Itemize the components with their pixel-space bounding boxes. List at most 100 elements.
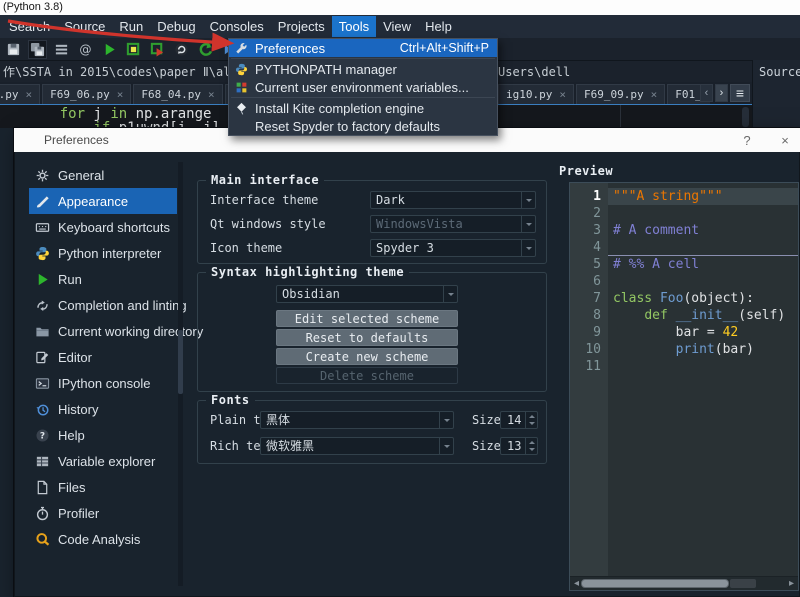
scheme-select-value: Obsidian <box>277 286 443 302</box>
sidebar-item-help[interactable]: ?Help <box>29 422 177 448</box>
spinner-buttons[interactable] <box>525 412 537 428</box>
spinner-buttons[interactable] <box>525 438 537 454</box>
tools-menu-item-install-kite-completion-engine[interactable]: Install Kite completion engine <box>229 99 497 117</box>
line-number: 3 <box>593 222 601 239</box>
menu-item-label: Current user environment variables... <box>255 80 489 95</box>
menubar-item-run[interactable]: Run <box>112 16 150 37</box>
sidebar-item-files[interactable]: Files <box>29 474 177 500</box>
outline-button[interactable] <box>52 40 71 59</box>
console-icon <box>35 375 51 391</box>
brush-icon <box>35 194 50 209</box>
editor-scrollbar[interactable] <box>742 107 749 127</box>
menubar-item-view[interactable]: View <box>376 16 418 37</box>
scroll-left-icon[interactable]: ◂ <box>572 578 581 589</box>
chevron-down-icon[interactable] <box>443 286 457 302</box>
close-icon[interactable]: × <box>559 89 566 100</box>
run-cell-advance-button[interactable] <box>148 40 167 59</box>
preview-hscrollbar[interactable]: ◂ ▸ <box>570 576 798 590</box>
continue-button[interactable] <box>196 40 215 59</box>
dialog-help-button[interactable]: ? <box>740 133 754 148</box>
at-symbol-button[interactable]: @ <box>76 40 95 59</box>
save-button[interactable] <box>4 40 23 59</box>
sidebar-item-label: History <box>58 402 98 417</box>
chevron-down-icon[interactable] <box>439 412 453 428</box>
working-directory-path-right[interactable]: Users\dell <box>498 61 570 83</box>
folder-icon <box>35 324 50 339</box>
sidebar-item-current-working-directory[interactable]: Current working directory <box>29 318 177 344</box>
scroll-right-icon[interactable]: ▸ <box>787 578 796 589</box>
save-all-button[interactable] <box>28 40 47 59</box>
chevron-down-icon[interactable] <box>521 192 535 208</box>
sidebar-item-keyboard-shortcuts[interactable]: Keyboard shortcuts <box>29 214 177 240</box>
run-button[interactable] <box>100 40 119 59</box>
sidebar-item-code-analysis[interactable]: Code Analysis <box>29 526 177 552</box>
chevron-down-icon[interactable] <box>439 438 453 454</box>
spin-down-icon[interactable] <box>526 420 537 428</box>
edit-selected-scheme-button[interactable]: Edit selected scheme <box>276 310 458 327</box>
sidebar-item-variable-explorer[interactable]: Variable explorer <box>29 448 177 474</box>
scheme-select[interactable]: Obsidian <box>276 285 458 303</box>
editor-tab-ig10-py[interactable]: ig10.py× <box>498 84 574 104</box>
editor-tab-f68-04-py[interactable]: F68_04.py× <box>133 84 222 104</box>
sidebar-item-history[interactable]: History <box>29 396 177 422</box>
sidebar-scrollbar[interactable] <box>178 162 183 586</box>
line-number: 11 <box>585 358 601 375</box>
preview-code-line: # %% A cell <box>613 256 699 273</box>
close-icon[interactable]: × <box>26 89 33 100</box>
chevron-down-icon[interactable] <box>521 240 535 256</box>
tools-menu-item-pythonpath-manager[interactable]: PYTHONPATH manager <box>229 60 497 78</box>
dialog-close-button[interactable]: × <box>778 133 792 148</box>
spinner-value: 14 <box>501 412 525 428</box>
menubar-item-source[interactable]: Source <box>57 16 112 37</box>
sidebar-item-general[interactable]: General <box>29 162 177 188</box>
menubar-item-consoles[interactable]: Consoles <box>203 16 271 37</box>
tab-menu-button[interactable]: ≡ <box>730 84 750 102</box>
editor-tab-0-py[interactable]: 0.py× <box>0 84 40 104</box>
rich-text-size-spinner[interactable]: 13 <box>500 437 538 455</box>
editor-code-line: for j in np.arange <box>26 107 211 121</box>
editor-tab-f69-09-py[interactable]: F69_09.py× <box>576 84 665 104</box>
keyboard-icon <box>35 220 50 235</box>
create-new-scheme-button[interactable]: Create new scheme <box>276 348 458 365</box>
rerun-button[interactable] <box>172 40 191 59</box>
profiler-icon <box>35 505 51 521</box>
menubar-item-tools[interactable]: Tools <box>332 16 376 37</box>
interface-theme-select[interactable]: Dark <box>370 191 536 209</box>
plain-text-size-spinner[interactable]: 14 <box>500 411 538 429</box>
tab-scroll-left-button[interactable]: ‹ <box>700 84 713 102</box>
editor-tab-f69-06-py[interactable]: F69_06.py× <box>42 84 131 104</box>
sidebar-item-python-interpreter[interactable]: Python interpreter <box>29 240 177 266</box>
spin-up-icon[interactable] <box>526 412 537 420</box>
menubar-item-projects[interactable]: Projects <box>271 16 332 37</box>
chevron-down-icon[interactable] <box>521 216 535 232</box>
icon-theme-select[interactable]: Spyder 3 <box>370 239 536 257</box>
scroll-thumb[interactable] <box>581 579 729 588</box>
sidebar-item-editor[interactable]: Editor <box>29 344 177 370</box>
tools-menu-item-preferences[interactable]: PreferencesCtrl+Alt+Shift+P <box>229 39 497 57</box>
reset-to-defaults-button[interactable]: Reset to defaults <box>276 329 458 346</box>
close-icon[interactable]: × <box>208 89 215 100</box>
spin-up-icon[interactable] <box>526 438 537 446</box>
tools-menu-item-current-user-environment-variables[interactable]: Current user environment variables... <box>229 78 497 96</box>
help-icon: ? <box>35 427 51 443</box>
close-icon[interactable]: × <box>651 89 658 100</box>
tools-menu-item-reset-spyder-to-factory-defaults[interactable]: Reset Spyder to factory defaults <box>229 117 497 135</box>
menubar-item-debug[interactable]: Debug <box>150 16 202 37</box>
qt-windows-style-select[interactable]: WindowsVista <box>370 215 536 233</box>
tab-scroll-right-button[interactable]: › <box>715 84 728 102</box>
menubar-item-search[interactable]: Search <box>2 16 57 37</box>
rich-text-font-select[interactable]: 微软雅黑 <box>260 437 454 455</box>
rerun-icon <box>174 42 189 57</box>
spin-down-icon[interactable] <box>526 446 537 454</box>
run-cell-button[interactable] <box>124 40 143 59</box>
close-icon[interactable]: × <box>117 89 124 100</box>
sidebar-item-appearance[interactable]: Appearance <box>29 188 177 214</box>
run-cell-icon <box>126 42 141 57</box>
edge-guide <box>620 105 621 128</box>
sidebar-item-profiler[interactable]: Profiler <box>29 500 177 526</box>
sidebar-item-completion-and-linting[interactable]: Completion and linting <box>29 292 177 318</box>
plain-text-font-select[interactable]: 黑体 <box>260 411 454 429</box>
sidebar-item-ipython-console[interactable]: IPython console <box>29 370 177 396</box>
sidebar-item-run[interactable]: Run <box>29 266 177 292</box>
menubar-item-help[interactable]: Help <box>418 16 459 37</box>
